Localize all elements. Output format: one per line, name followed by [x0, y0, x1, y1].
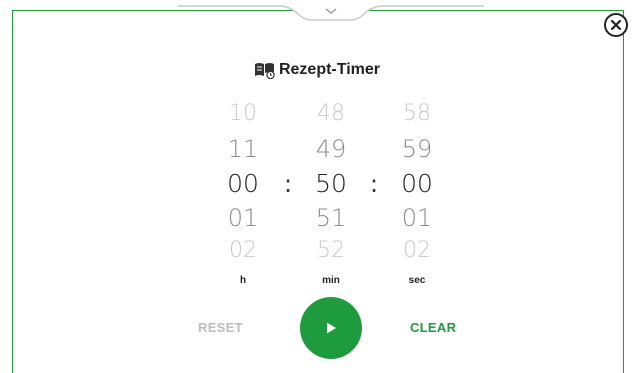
page-title: Rezept-Timer: [0, 61, 634, 79]
seconds-option[interactable]: 59: [387, 137, 447, 161]
time-separator: :: [284, 170, 293, 198]
title-text: Rezept-Timer: [278, 61, 381, 78]
minutes-option[interactable]: 48: [301, 103, 361, 125]
minutes-option[interactable]: 51: [301, 206, 361, 230]
clear-button[interactable]: CLEAR: [410, 320, 456, 335]
reset-button[interactable]: RESET: [198, 320, 243, 335]
seconds-option[interactable]: 02: [387, 240, 447, 262]
seconds-unit-label: sec: [408, 275, 426, 286]
hours-picker[interactable]: 10 11 00 01 02: [213, 100, 273, 270]
close-icon: [611, 20, 621, 30]
seconds-option[interactable]: 58: [387, 103, 447, 125]
seconds-option[interactable]: 01: [387, 206, 447, 230]
time-separator: :: [370, 170, 379, 198]
minutes-option[interactable]: 49: [301, 137, 361, 161]
hours-option[interactable]: 02: [213, 240, 273, 262]
seconds-selected[interactable]: 00: [387, 171, 447, 196]
minutes-selected[interactable]: 50: [301, 171, 361, 196]
minutes-unit-label: min: [322, 275, 340, 286]
hours-option[interactable]: 10: [213, 103, 273, 125]
start-button[interactable]: [300, 297, 362, 359]
hours-selected[interactable]: 00: [213, 171, 273, 196]
hours-unit-label: h: [239, 275, 247, 286]
minutes-picker[interactable]: 48 49 50 51 52: [301, 100, 361, 270]
hours-option[interactable]: 11: [213, 137, 273, 161]
panel-drag-handle[interactable]: [178, 0, 484, 22]
close-button[interactable]: [604, 13, 628, 37]
seconds-picker[interactable]: 58 59 00 01 02: [387, 100, 447, 270]
hours-option[interactable]: 01: [213, 206, 273, 230]
play-icon: [327, 322, 336, 334]
recipe-book-timer-icon: [254, 63, 275, 79]
minutes-option[interactable]: 52: [301, 240, 361, 262]
